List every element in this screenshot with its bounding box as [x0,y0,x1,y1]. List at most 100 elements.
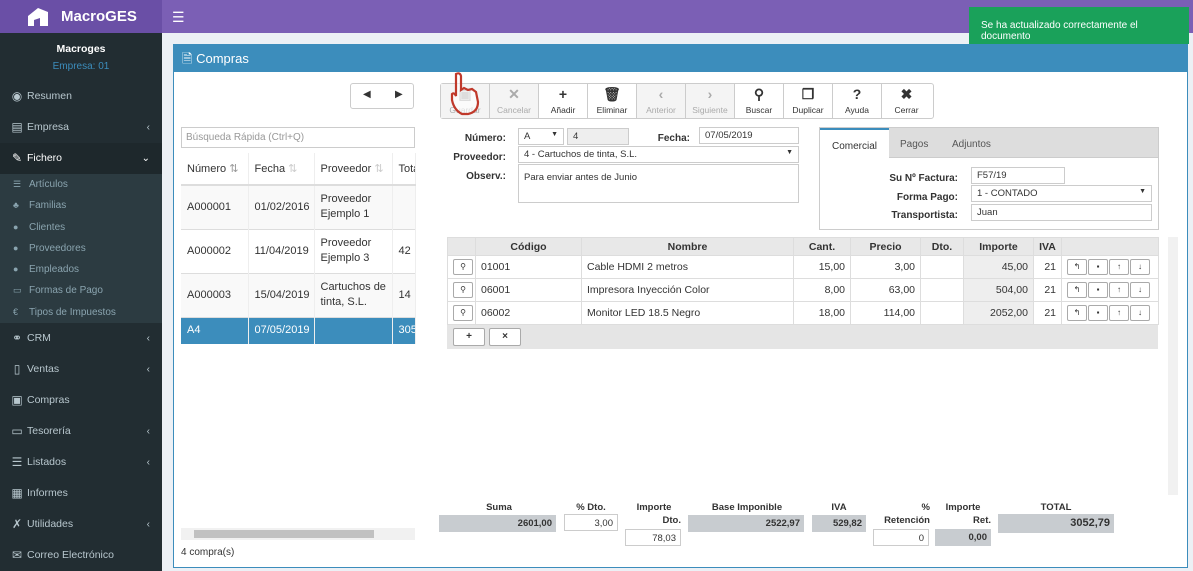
arrow-down-icon[interactable]: ↓ [1130,305,1150,321]
tab-comercial[interactable]: Comercial [820,128,890,159]
menu-correo[interactable]: ✉ Correo Electrónico [0,540,162,571]
cell[interactable]: Monitor LED 18.5 Negro [581,301,794,325]
undo-icon[interactable]: ↰ [1067,259,1087,275]
observ-label: Observ.: [466,171,506,182]
cell[interactable]: 21 [1033,301,1062,325]
duplicate-button[interactable]: ❐ Duplicar [784,84,833,118]
pdto-label: % Dto. [576,502,606,513]
menu-tesoreria[interactable]: ▭ Tesorería ‹ [0,416,162,447]
submenu-tipos-impuestos[interactable]: € Tipos de Impuestos [0,302,162,323]
cell[interactable]: 01001 [475,255,582,279]
cell[interactable]: Impresora Inyección Color [581,278,794,302]
close-button[interactable]: ✖ Cerrar [882,84,931,118]
cell[interactable] [920,255,964,279]
quick-search-input[interactable]: Búsqueda Rápida (Ctrl+Q) [181,127,415,148]
next-record-button[interactable]: ▶ [395,89,403,100]
observ-textarea[interactable]: Para enviar antes de Junio [518,164,799,203]
menu-resumen[interactable]: ◉ Resumen [0,81,162,112]
serie-select[interactable]: A ▼ [518,128,564,145]
cell[interactable]: 06002 [475,301,582,325]
label-line: Importe [636,502,672,513]
arrow-down-icon[interactable]: ↓ [1130,282,1150,298]
cell[interactable]: 63,00 [850,278,921,302]
proveedor-select[interactable]: 4 - Cartuchos de tinta, S.L. ▼ [518,146,799,163]
table-row-selected[interactable]: A407/05/2019 305 [181,316,416,344]
cell[interactable]: 114,00 [850,301,921,325]
menu-crm[interactable]: ⚭ CRM ‹ [0,323,162,354]
tab-adjuntos[interactable]: Adjuntos [940,128,1003,158]
arrow-up-icon[interactable]: ↑ [1109,282,1129,298]
cell[interactable]: 3,00 [850,255,921,279]
scroll-thumb[interactable] [194,530,374,538]
panel-header: 🗎 Compras [174,45,1187,72]
menu-empresa[interactable]: ▤ Empresa ‹ [0,112,162,143]
col-iva: IVA [1033,237,1062,256]
fecha-field[interactable]: 07/05/2019 [699,127,799,144]
col-proveedor[interactable]: Proveedor ⇅ [314,153,393,186]
submenu-empleados[interactable]: ● Empleados [0,259,162,280]
trash-icon[interactable]: ▪ [1088,305,1108,321]
chevron-left-icon: ‹ [146,122,150,133]
undo-icon[interactable]: ↰ [1067,305,1087,321]
menu-ventas[interactable]: ▯ Ventas ‹ [0,354,162,385]
help-button[interactable]: ? Ayuda [833,84,882,118]
submenu-clientes[interactable]: ● Clientes [0,217,162,238]
search-icon[interactable]: ⚲ [453,305,473,321]
table-row[interactable]: A000002 11/04/2019 Proveedor Ejemplo 3 42 [181,228,416,273]
menu-fichero[interactable]: ✎ Fichero ⌄ [0,143,162,174]
menu-compras[interactable]: ▣ Compras [0,385,162,416]
factura-field[interactable]: F57/19 [971,167,1065,184]
add-line-button[interactable]: + [453,328,485,346]
col-fecha[interactable]: Fecha ⇅ [248,153,315,186]
trash-icon[interactable]: ▪ [1088,259,1108,275]
cell[interactable] [920,278,964,302]
menu-toggle-icon[interactable]: ☰ [172,9,185,26]
search-icon[interactable]: ⚲ [453,259,473,275]
numero-field[interactable]: 4 [567,128,629,145]
vertical-scrollbar[interactable] [1168,237,1178,495]
pdto-field[interactable]: 3,00 [564,514,618,531]
cell[interactable]: 18,00 [793,301,851,325]
cell[interactable]: 06001 [475,278,582,302]
ret-field[interactable]: 0 [873,529,929,546]
cell: 11/04/2019 [248,228,315,273]
menu-informes[interactable]: ▦ Informes [0,478,162,509]
add-button[interactable]: + Añadir [539,84,588,118]
trash-icon[interactable]: ▪ [1088,282,1108,298]
delete-button[interactable]: 🗑 Eliminar [588,84,637,118]
arrow-down-icon[interactable]: ↓ [1130,259,1150,275]
submenu-familias[interactable]: ♣ Familias [0,195,162,216]
undo-icon[interactable]: ↰ [1067,282,1087,298]
table-row[interactable]: A000003 15/04/2019 Cartuchos de tinta, S.L… [181,272,416,317]
horizontal-scrollbar[interactable] [181,528,415,540]
menu-listados[interactable]: ☰ Listados ‹ [0,447,162,478]
delete-line-button[interactable]: × [489,328,521,346]
submenu-formas-pago[interactable]: ▭ Formas de Pago [0,280,162,301]
submenu-articulos[interactable]: ☰ Artículos [0,174,162,195]
cell[interactable]: 21 [1033,278,1062,302]
menu-utilidades[interactable]: ✗ Utilidades ‹ [0,509,162,540]
col-total[interactable]: Total [392,153,416,186]
search-button[interactable]: ⚲ Buscar [735,84,784,118]
col-numero[interactable]: Número ⇅ [181,153,249,186]
cell[interactable] [920,301,964,325]
transportista-field[interactable]: Juan [971,204,1152,221]
formapago-select[interactable]: 1 - CONTADO ▼ [971,185,1152,202]
next-button[interactable]: › Siguiente [686,84,735,118]
table-row[interactable]: A000001 01/02/2016 Proveedor Ejemplo 1 [181,184,416,229]
brand[interactable]: MacroGES [0,0,162,33]
cell[interactable]: 21 [1033,255,1062,279]
search-icon[interactable]: ⚲ [453,282,473,298]
cell[interactable]: 8,00 [793,278,851,302]
arrow-up-icon[interactable]: ↑ [1109,305,1129,321]
arrow-up-icon[interactable]: ↑ [1109,259,1129,275]
cell[interactable]: 15,00 [793,255,851,279]
impdto-label: Importe Dto. [627,502,681,526]
cell[interactable]: Cable HDMI 2 metros [581,255,794,279]
tab-pagos[interactable]: Pagos [888,128,940,158]
prev-record-button[interactable]: ◀ [363,89,371,100]
submenu-proveedores[interactable]: ● Proveedores [0,238,162,259]
cancel-button[interactable]: ✕ Cancelar [490,84,539,118]
button-label: Añadir [550,105,576,115]
previous-button[interactable]: ‹ Anterior [637,84,686,118]
